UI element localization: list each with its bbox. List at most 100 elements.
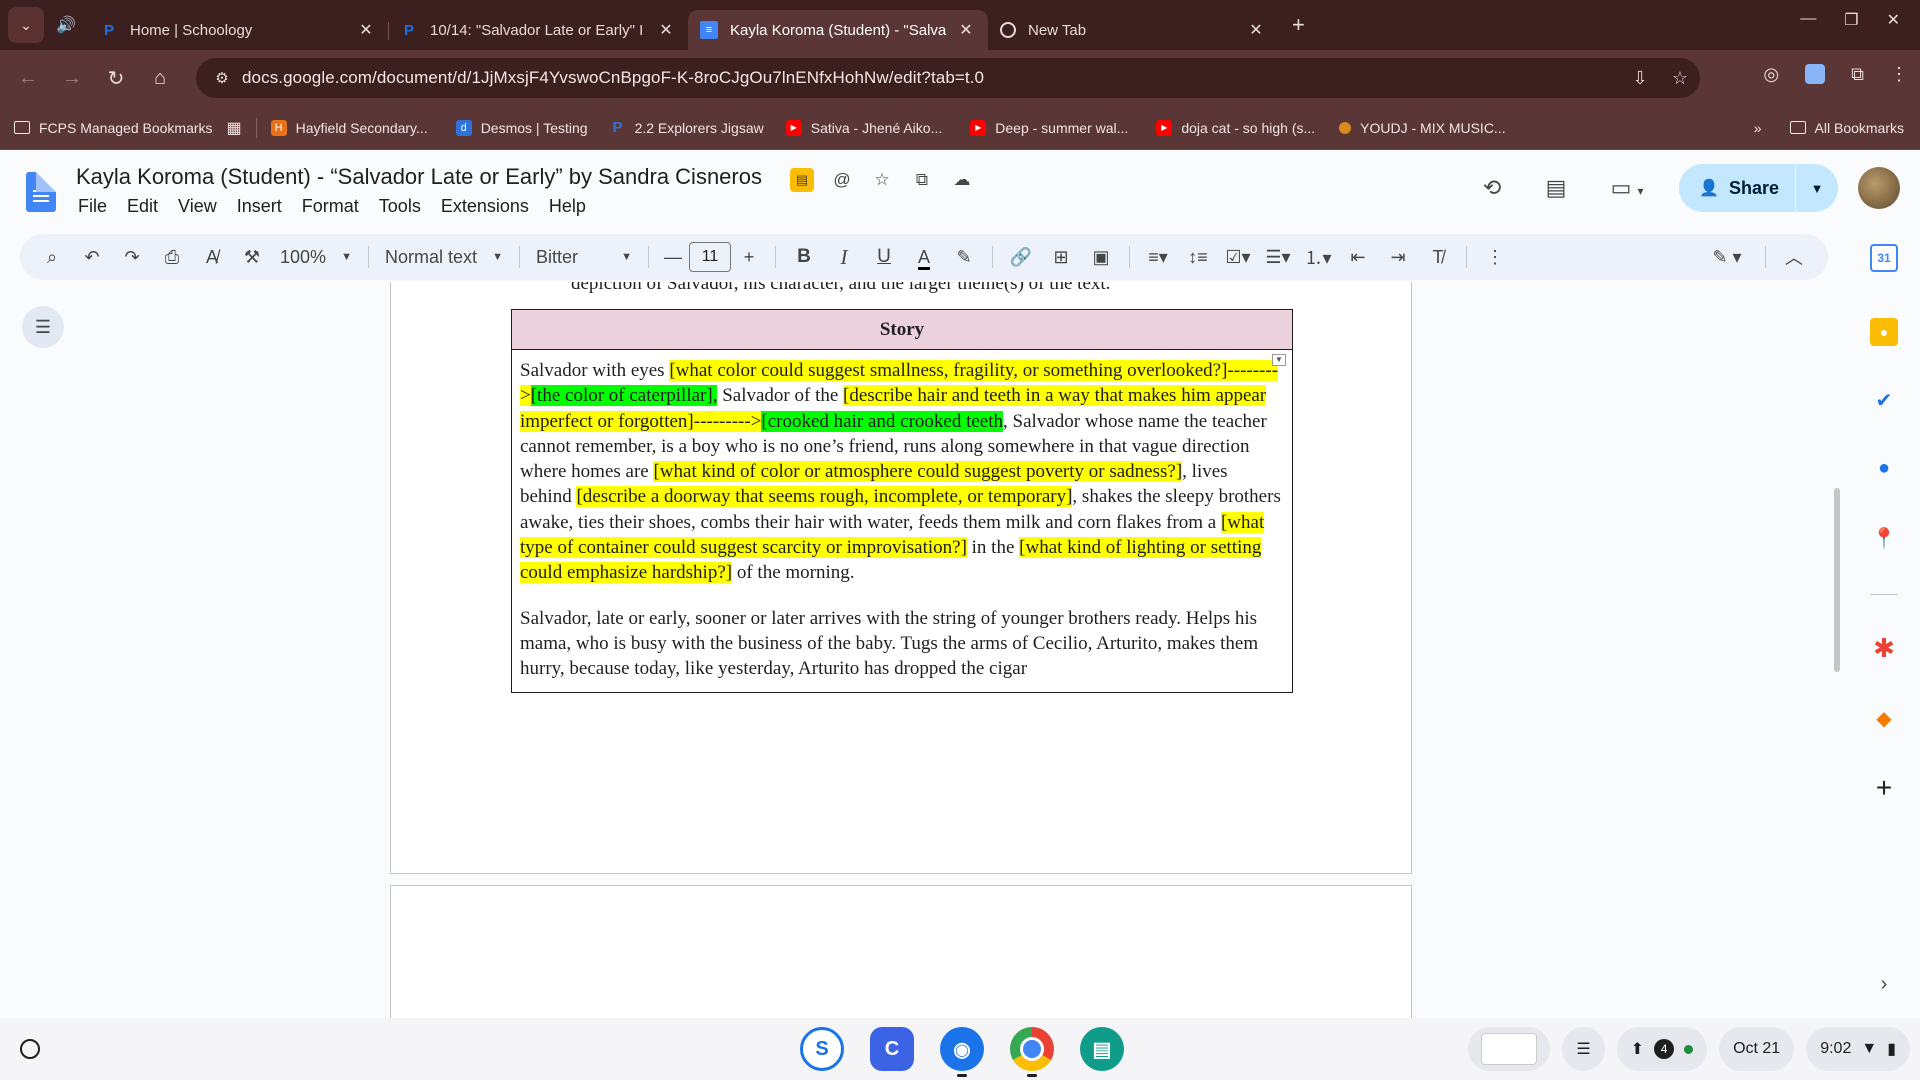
increase-font-size-icon[interactable]: + xyxy=(731,247,767,268)
style-select[interactable]: Normal text ▼ xyxy=(377,247,511,268)
tab-schoology-home[interactable]: P Home | Schoology ✕ xyxy=(88,10,389,50)
status-area[interactable]: ⬆ 4 xyxy=(1616,1027,1708,1071)
new-tab-button[interactable]: + xyxy=(1292,12,1305,38)
line-spacing-icon[interactable]: ↕≡ xyxy=(1178,247,1218,268)
search-menus-icon[interactable]: ⌕ xyxy=(32,247,72,268)
install-app-icon[interactable]: ⇩ xyxy=(1620,68,1660,89)
bookmark-explorers[interactable]: P 2.2 Explorers Jigsaw xyxy=(610,119,764,136)
insert-link-icon[interactable]: 🔗 xyxy=(1001,247,1041,268)
site-info-icon[interactable]: ⚙ xyxy=(202,69,242,87)
font-select[interactable]: Bitter ▼ xyxy=(528,247,640,268)
extension-blue-icon[interactable] xyxy=(1805,64,1826,84)
story-cell[interactable]: ▼ Salvador with eyes [what color could s… xyxy=(512,350,1292,692)
bookmark-desmos[interactable]: d Desmos | Testing xyxy=(455,119,588,136)
keep-icon[interactable]: ● xyxy=(1870,318,1898,346)
checklist-icon[interactable]: ☑▾ xyxy=(1218,247,1258,268)
underline-button[interactable]: U xyxy=(864,246,904,268)
decrease-indent-icon[interactable]: ⇤ xyxy=(1338,247,1378,268)
bookmark-sativa[interactable]: ▶ Sativa - Jhené Aiko... xyxy=(785,119,942,136)
more-bookmarks-icon[interactable]: » xyxy=(1754,120,1762,136)
redo-icon[interactable]: ↷ xyxy=(112,247,152,268)
menu-edit[interactable]: Edit xyxy=(117,196,168,217)
comments-icon[interactable]: ▤ xyxy=(1533,175,1579,201)
app-schoology-icon[interactable]: S xyxy=(800,1027,844,1071)
collapse-menus-icon[interactable]: ︿ xyxy=(1774,244,1814,270)
close-icon[interactable]: ✕ xyxy=(356,20,376,40)
close-window-icon[interactable]: ✕ xyxy=(1887,10,1900,30)
kebab-menu-icon[interactable]: ⋮ xyxy=(1890,64,1908,85)
undo-icon[interactable]: ↶ xyxy=(72,247,112,268)
increase-indent-icon[interactable]: ⇥ xyxy=(1378,247,1418,268)
docs-logo-icon[interactable] xyxy=(26,172,56,212)
forward-icon[interactable]: → xyxy=(50,67,94,90)
date-button[interactable]: Oct 21 xyxy=(1719,1027,1795,1071)
app-chrome-icon[interactable] xyxy=(1010,1027,1054,1077)
document-title[interactable]: Kayla Koroma (Student) - “Salvador Late … xyxy=(76,164,762,190)
bookmark-hayfield[interactable]: H Hayfield Secondary... xyxy=(270,119,428,136)
paint-format-icon[interactable]: ⚒ xyxy=(232,247,272,268)
contacts-icon[interactable]: ● xyxy=(1870,454,1898,482)
print-icon[interactable]: ⎙ xyxy=(152,247,192,268)
align-icon[interactable]: ≡▾ xyxy=(1138,247,1178,268)
add-comment-icon[interactable]: ⊞ xyxy=(1041,247,1081,268)
close-icon[interactable]: ✕ xyxy=(656,20,676,40)
addon-orange-icon[interactable]: ◆ xyxy=(1870,704,1898,732)
apps-grid-icon[interactable]: ▦ xyxy=(227,118,242,138)
italic-button[interactable]: I xyxy=(824,245,864,270)
decrease-font-size-icon[interactable]: — xyxy=(657,247,689,268)
font-size-input[interactable]: 11 xyxy=(689,242,731,272)
version-history-icon[interactable]: ⟲ xyxy=(1469,175,1515,201)
cell-menu-icon[interactable]: ▼ xyxy=(1272,354,1286,366)
reload-icon[interactable]: ↻ xyxy=(94,66,138,91)
audio-icon[interactable]: 🔊 xyxy=(44,15,88,35)
comment-mention-icon[interactable]: @ xyxy=(830,168,854,192)
calendar-icon[interactable]: 31 xyxy=(1870,244,1898,272)
move-folder-icon[interactable]: ⧉ xyxy=(910,168,934,192)
editing-mode-icon[interactable]: ✎ ▾ xyxy=(1697,247,1757,268)
app-canva-icon[interactable]: C xyxy=(870,1027,914,1071)
close-icon[interactable]: ✕ xyxy=(956,20,976,40)
bookmark-youdj[interactable]: YOUDJ - MIX MUSIC... xyxy=(1339,120,1506,136)
highlight-color-icon[interactable]: ✎ xyxy=(944,247,984,268)
holding-space-thumbnail[interactable] xyxy=(1468,1027,1551,1071)
get-addons-icon[interactable]: + xyxy=(1870,772,1898,803)
url-text[interactable]: docs.google.com/document/d/1JjMxsjF4Yvsw… xyxy=(242,68,1620,88)
tab-google-doc[interactable]: ≡ Kayla Koroma (Student) - "Salva ✕ xyxy=(688,10,988,50)
share-dropdown-icon[interactable]: ▼ xyxy=(1796,181,1838,196)
bookmark-fcps[interactable]: FCPS Managed Bookmarks xyxy=(14,120,213,136)
spellcheck-icon[interactable]: A̸ xyxy=(192,247,232,268)
bookmark-star-icon[interactable]: ☆ xyxy=(1660,68,1700,89)
more-options-icon[interactable]: ⋮ xyxy=(1475,247,1515,268)
menu-insert[interactable]: Insert xyxy=(227,196,292,217)
puzzle-icon[interactable]: ⧉ xyxy=(1851,64,1864,85)
maps-icon[interactable]: 📍 xyxy=(1870,524,1898,552)
zoom-select[interactable]: 100% ▼ xyxy=(272,247,360,268)
home-icon[interactable]: ⌂ xyxy=(138,67,182,90)
close-icon[interactable]: ✕ xyxy=(1246,20,1266,40)
clipboard-icon[interactable]: ☰ xyxy=(1562,1027,1605,1071)
address-bar[interactable]: ⚙ docs.google.com/document/d/1JjMxsjF4Yv… xyxy=(196,58,1700,98)
bold-button[interactable]: B xyxy=(784,246,824,268)
tab-schoology-assignment[interactable]: P 10/14: "Salvador Late or Early" I ✕ xyxy=(388,10,688,50)
bookmark-doja[interactable]: ▶ doja cat - so high (s... xyxy=(1156,119,1315,136)
meet-icon[interactable]: ▭ ▾ xyxy=(1597,175,1657,201)
menu-help[interactable]: Help xyxy=(539,196,596,217)
extension-icon[interactable]: ◎ xyxy=(1763,64,1779,85)
vertical-scrollbar[interactable] xyxy=(1834,488,1840,672)
document-outline-icon[interactable]: ☰ xyxy=(22,306,64,348)
launcher-icon[interactable] xyxy=(20,1039,40,1059)
app-classroom-icon[interactable]: ▤ xyxy=(1080,1027,1124,1071)
tasks-icon[interactable]: ✔ xyxy=(1870,386,1898,414)
text-color-button[interactable]: A xyxy=(904,246,944,270)
extension-doc-icon[interactable]: ▤ xyxy=(790,168,814,192)
cloud-status-icon[interactable]: ☁ xyxy=(950,168,974,192)
back-icon[interactable]: ← xyxy=(6,67,50,90)
bookmark-deep[interactable]: ▶ Deep - summer wal... xyxy=(970,119,1128,136)
menu-extensions[interactable]: Extensions xyxy=(431,196,539,217)
insert-image-icon[interactable]: ▣ xyxy=(1081,247,1121,268)
addon-asterisk-icon[interactable]: ✱ xyxy=(1870,633,1898,663)
show-side-panel-icon[interactable]: › xyxy=(1870,970,1898,998)
avatar[interactable] xyxy=(1858,167,1900,209)
menu-view[interactable]: View xyxy=(168,196,227,217)
star-icon[interactable]: ☆ xyxy=(870,168,894,192)
